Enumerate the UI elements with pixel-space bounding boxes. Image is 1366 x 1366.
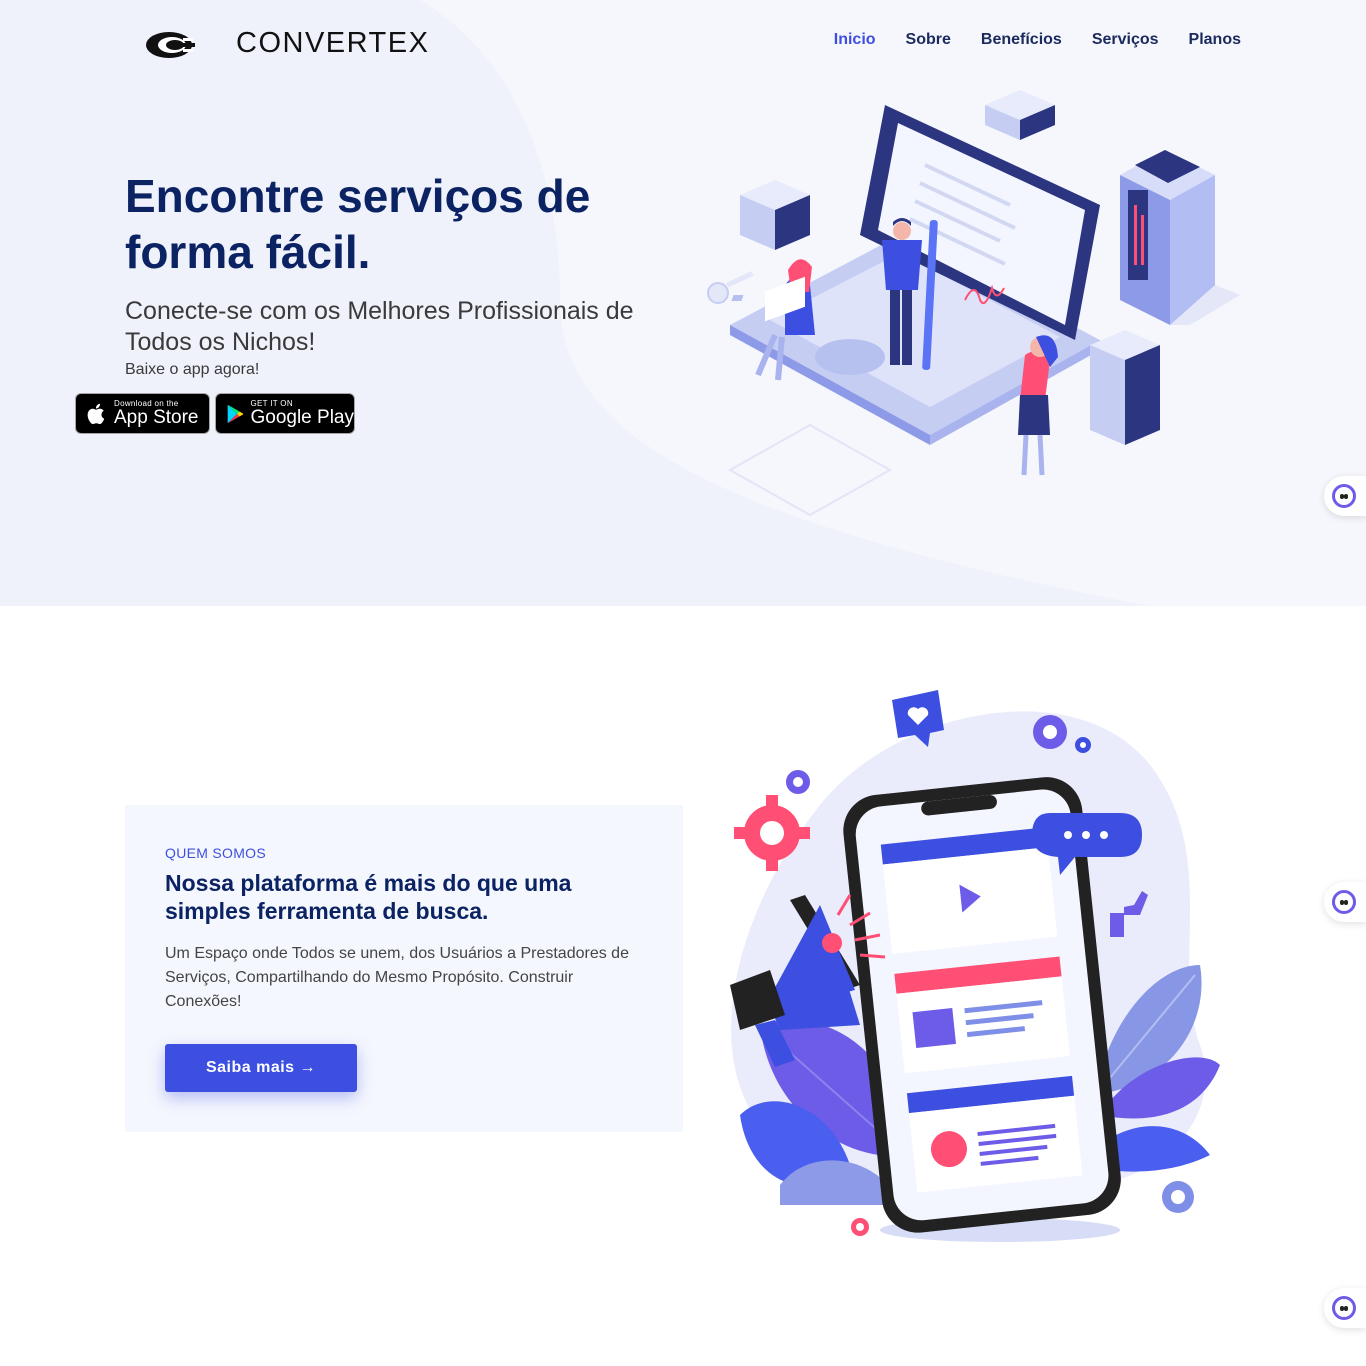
chat-bot-icon xyxy=(1332,1296,1356,1320)
hero-subtitle: Conecte-se com os Melhores Profissionais… xyxy=(125,297,634,356)
app-store-button[interactable]: Download on the App Store xyxy=(75,393,210,434)
main-menu: Inicio Sobre Benefícios Serviços Planos xyxy=(804,31,1241,49)
logo-icon xyxy=(146,32,195,58)
brand-name[interactable]: CONVERTEX xyxy=(236,27,429,60)
hero-illustration xyxy=(707,90,1240,517)
menu-item-servicos[interactable]: Serviços xyxy=(1092,31,1159,49)
hero-title: Encontre serviços de forma fácil. xyxy=(125,170,591,278)
menu-item-planos[interactable]: Planos xyxy=(1189,31,1241,49)
google-play-icon xyxy=(227,404,244,423)
about-kicker: QUEM SOMOS xyxy=(165,845,267,861)
about-text: Um Espaço onde Todos se unem, dos Usuári… xyxy=(165,945,629,1010)
chat-widget-2[interactable] xyxy=(1324,882,1366,922)
logo[interactable] xyxy=(145,26,197,62)
chat-bot-icon xyxy=(1332,890,1356,914)
google-play-button[interactable]: GET IT ON Google Play xyxy=(215,393,355,434)
hero-note: Baixe o app agora! xyxy=(125,361,260,378)
chat-widget-1[interactable] xyxy=(1324,476,1366,516)
menu-item-sobre[interactable]: Sobre xyxy=(906,31,951,49)
chat-bot-icon xyxy=(1332,484,1356,508)
about-title: Nossa plataforma é mais do que uma simpl… xyxy=(165,870,572,924)
about-card: QUEM SOMOS Nossa plataforma é mais do qu… xyxy=(125,805,683,1132)
about-illustration xyxy=(730,690,1220,1242)
app-store-big-label: App Store xyxy=(114,407,199,428)
saiba-mais-button[interactable]: Saiba mais → xyxy=(165,1044,357,1092)
menu-item-inicio[interactable]: Inicio xyxy=(834,31,876,49)
apple-icon xyxy=(87,403,105,424)
google-play-big-label: Google Play xyxy=(250,407,354,428)
chat-widget-3[interactable] xyxy=(1324,1288,1366,1328)
menu-item-beneficios[interactable]: Benefícios xyxy=(981,31,1062,49)
navbar: CONVERTEX Inicio Sobre Benefícios Serviç… xyxy=(0,0,1366,90)
